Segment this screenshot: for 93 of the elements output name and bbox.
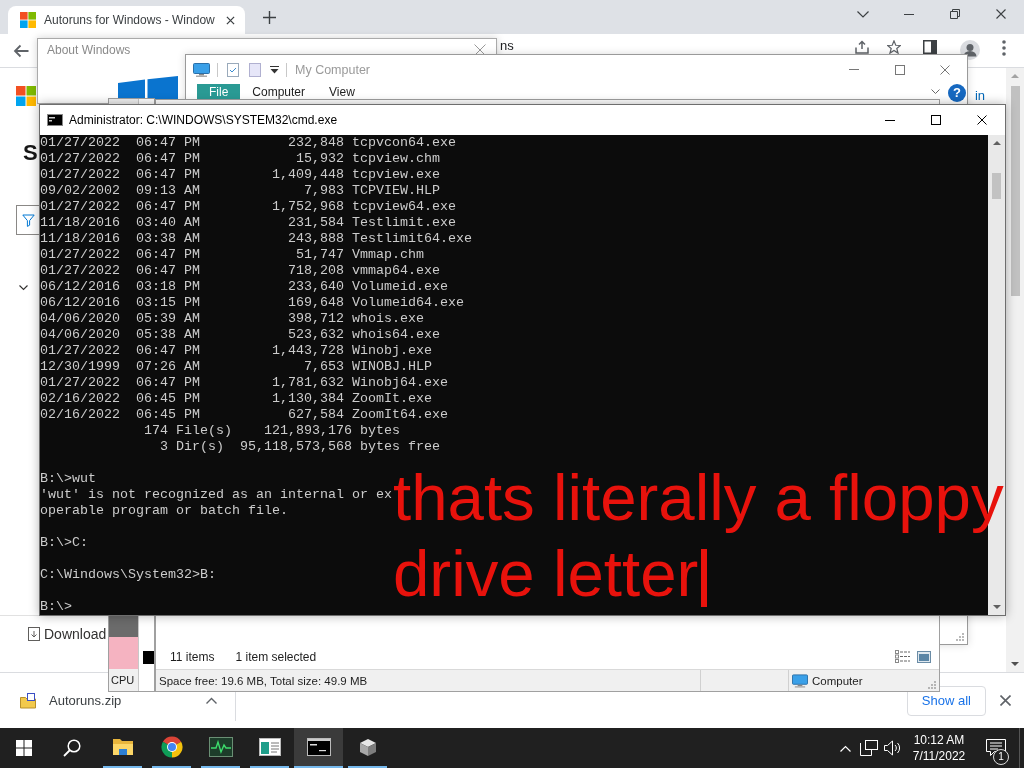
- terminal-icon: [306, 738, 331, 756]
- four-square-logo-icon: [20, 12, 36, 28]
- notification-badge: 1: [993, 749, 1009, 765]
- folder-icon: [111, 738, 134, 756]
- address-text[interactable]: ns: [500, 39, 514, 53]
- console-line: 174 File(s) 121,893,176 bytes: [142, 423, 400, 439]
- star-icon[interactable]: [887, 40, 901, 54]
- box-icon: [357, 737, 378, 757]
- document-icon: [28, 627, 40, 641]
- console-line: 09/02/2002 09:13 AM 7,983 TCPVIEW.HLP: [40, 183, 440, 199]
- start-icon[interactable]: [16, 740, 32, 756]
- console-line: 12/30/1999 07:26 AM 7,653 WINOBJ.HLP: [40, 359, 432, 375]
- taskbar-button[interactable]: [294, 728, 343, 768]
- console-line: 11/18/2016 03:38 AM 243,888 Testlimit64.exe: [40, 231, 472, 247]
- ribbon-tab[interactable]: View: [317, 84, 367, 100]
- chevron-down-icon[interactable]: [931, 89, 940, 95]
- app-window-icon: [258, 738, 281, 756]
- minimize-icon[interactable]: [885, 119, 895, 121]
- console-line: 3 Dir(s) 95,118,573,568 bytes free: [158, 439, 440, 455]
- console-line: B:\>: [40, 599, 72, 615]
- file-name[interactable]: Autoruns.zip: [49, 693, 122, 708]
- filter-button[interactable]: [16, 205, 40, 235]
- status-text: 11 items: [170, 649, 215, 664]
- console-line: 01/27/2022 06:47 PM 51,747 Vmmap.chm: [40, 247, 424, 263]
- menu-icon[interactable]: [1002, 40, 1006, 56]
- console-line: 01/27/2022 06:47 PM 1,409,448 tcpview.exe: [40, 167, 440, 183]
- back-arrow-icon[interactable]: [13, 44, 29, 58]
- resize-grip-icon[interactable]: [928, 681, 936, 689]
- close-icon[interactable]: [996, 9, 1006, 19]
- header-link[interactable]: in: [974, 88, 985, 103]
- nav-link[interactable]: Download: [44, 625, 107, 643]
- four-square-logo-icon[interactable]: [16, 86, 36, 106]
- console-line: C:\Windows\System32>B:: [40, 567, 216, 583]
- console-line: 04/06/2020 05:38 AM 523,632 whois64.exe: [40, 327, 440, 343]
- meter-bar: [109, 637, 138, 669]
- browser-tab[interactable]: Autoruns for Windows - Window: [8, 6, 245, 34]
- search-icon[interactable]: [63, 739, 81, 757]
- console-line: operable program or batch file.: [40, 503, 288, 519]
- page-heading: S: [23, 140, 38, 166]
- pulse-graph-icon: [208, 737, 233, 757]
- window-title: Administrator: C:\WINDOWS\SYSTEM32\cmd.exe: [69, 113, 338, 127]
- filter-icon: [22, 213, 35, 227]
- console-line: 02/16/2022 06:45 PM 627,584 ZoomIt64.exe: [40, 407, 448, 423]
- console-line: 06/12/2016 03:15 PM 169,648 Volumeid64.exe: [40, 295, 464, 311]
- plus-icon[interactable]: [263, 11, 276, 24]
- chevron-down-icon[interactable]: [857, 10, 869, 18]
- console-line: 01/27/2022 06:47 PM 232,848 tcpvcon64.exe: [40, 135, 456, 151]
- resize-grip-icon[interactable]: [956, 633, 964, 641]
- sidebar-icon[interactable]: [923, 40, 937, 54]
- console-line: 04/06/2020 05:39 AM 398,712 whois.exe: [40, 311, 424, 327]
- share-icon[interactable]: [855, 40, 869, 54]
- close-icon[interactable]: [226, 15, 235, 25]
- console-line: 01/27/2022 06:47 PM 718,208 vmmap64.exe: [40, 263, 440, 279]
- console-line: 06/12/2016 03:18 PM 233,640 Volumeid.exe: [40, 279, 448, 295]
- chevron-down-icon[interactable]: [19, 285, 28, 291]
- ribbon-tab[interactable]: Computer: [240, 84, 318, 100]
- monitor-icon: [193, 62, 210, 77]
- large-icons-view-icon[interactable]: [917, 650, 931, 663]
- color-swatch-icon: [143, 651, 154, 664]
- console-line: 01/27/2022 06:47 PM 1,752,968 tcpview64.exe: [40, 199, 456, 215]
- console-line: 02/16/2022 06:45 PM 1,130,384 ZoomIt.exe: [40, 391, 432, 407]
- network-icon[interactable]: [860, 740, 878, 756]
- meter-label: CPU: [110, 673, 136, 688]
- details-view-icon[interactable]: [895, 650, 910, 663]
- console-line: B:\>wut: [40, 471, 96, 487]
- scrollbar[interactable]: [1006, 68, 1024, 672]
- status-text: Space free: 19.6 MB, Total size: 49.9 MB: [159, 674, 368, 687]
- help-button[interactable]: ?: [948, 84, 966, 102]
- window-title: My Computer: [295, 62, 371, 77]
- clock-date[interactable]: 7/11/2022: [912, 748, 966, 764]
- archive-icon: [20, 692, 36, 709]
- close-icon[interactable]: [1000, 695, 1011, 706]
- clock-time[interactable]: 10:12 AM: [913, 732, 965, 748]
- window-title: About Windows: [47, 43, 131, 57]
- console-line: 01/27/2022 06:47 PM 1,443,728 Winobj.exe: [40, 343, 432, 359]
- console-icon: [47, 114, 63, 126]
- dropdown-arrow-icon[interactable]: [270, 65, 279, 74]
- checklist-icon[interactable]: [227, 62, 239, 77]
- maximize-icon[interactable]: [931, 115, 941, 125]
- console-line: 'wut' is not recognized as an internal or ex: [40, 487, 392, 503]
- browser-icon: [160, 736, 183, 758]
- minimize-icon[interactable]: [904, 13, 914, 15]
- status-text: Computer: [812, 674, 863, 687]
- status-text: 1 item selected: [235, 649, 317, 664]
- console-line: 01/27/2022 06:47 PM 1,781,632 Winobj64.exe: [40, 375, 448, 391]
- close-icon[interactable]: [977, 115, 987, 125]
- console-line: B:\>C:: [40, 535, 88, 551]
- chevron-up-icon[interactable]: [206, 697, 217, 704]
- volume-icon[interactable]: [884, 740, 902, 756]
- console-line: 01/27/2022 06:47 PM 15,932 tcpview.chm: [40, 151, 440, 167]
- restore-icon[interactable]: [950, 9, 960, 19]
- console-line: 11/18/2016 03:40 AM 231,584 Testlimit.exe: [40, 215, 456, 231]
- monitor-icon: [792, 673, 808, 688]
